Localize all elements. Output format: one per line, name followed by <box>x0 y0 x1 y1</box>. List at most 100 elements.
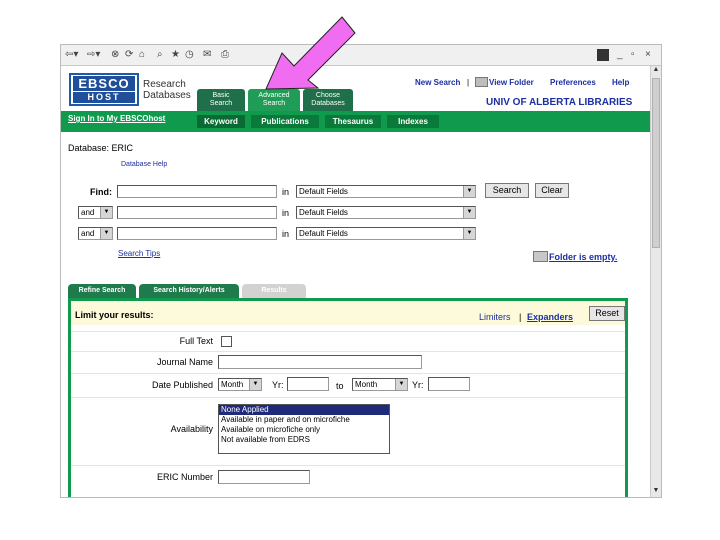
print-icon[interactable]: ⎙ <box>221 49 229 61</box>
find-input-2[interactable] <box>117 206 277 219</box>
subtab-keyword[interactable]: Keyword <box>197 115 245 128</box>
subtab-publications[interactable]: Publications <box>251 115 319 128</box>
scroll-up-icon[interactable]: ▲ <box>651 66 661 76</box>
tab-choose-databases[interactable]: Choose Databases <box>303 89 353 111</box>
field-select-3[interactable]: Default Fields ▼ <box>296 227 476 240</box>
database-help-link[interactable]: Database Help <box>121 161 167 168</box>
find-input-1[interactable] <box>117 185 277 198</box>
logo-subtitle-line2: Databases <box>143 90 191 101</box>
logo-subtitle: Research Databases <box>143 79 191 101</box>
link-separator: | <box>467 78 470 87</box>
chevron-down-icon: ▼ <box>100 228 112 239</box>
search-subnav-bar: Sign In to My EBSCOhost Keyword Publicat… <box>61 111 650 132</box>
subtab-thesaurus[interactable]: Thesaurus <box>325 115 381 128</box>
year-from-input[interactable] <box>287 377 329 391</box>
tab-search-history-alerts[interactable]: Search History/Alerts <box>139 284 239 298</box>
favorites-icon[interactable]: ★ <box>171 49 180 61</box>
month-from-select[interactable]: Month ▼ <box>218 378 262 391</box>
availability-option[interactable]: None Applied <box>219 405 389 415</box>
clear-button[interactable]: Clear <box>535 183 569 198</box>
help-link[interactable]: Help <box>612 78 629 87</box>
year-to-input[interactable] <box>428 377 470 391</box>
field-select-2[interactable]: Default Fields ▼ <box>296 206 476 219</box>
minimize-icon[interactable]: _ <box>617 49 623 61</box>
date-published-label: Date Published <box>151 380 213 390</box>
search-tips-link[interactable]: Search Tips <box>118 249 160 258</box>
availability-option[interactable]: Available on microfiche only <box>219 425 389 435</box>
folder-icon <box>475 77 488 87</box>
view-folder-link[interactable]: View Folder <box>489 78 534 87</box>
availability-option[interactable]: Not available from EDRS <box>219 435 389 445</box>
tab-advanced-search[interactable]: Advanced Search <box>248 89 300 111</box>
mail-icon[interactable]: ✉ <box>203 49 211 61</box>
chevron-down-icon: ▼ <box>463 207 475 218</box>
preferences-link[interactable]: Preferences <box>550 78 596 87</box>
browser-toolbar: ⇦▾ ⇨▾ ⊗ ⟳ ⌂ ⌕ ★ ◷ ✉ ⎙ _ ▫ × <box>61 45 661 66</box>
search-button[interactable]: Search <box>485 183 529 198</box>
refresh-icon[interactable]: ⟳ <box>125 49 133 61</box>
chevron-down-icon: ▼ <box>463 228 475 239</box>
new-search-link[interactable]: New Search <box>415 78 460 87</box>
home-icon[interactable]: ⌂ <box>139 49 145 61</box>
chevron-down-icon: ▼ <box>463 186 475 197</box>
journal-name-row: Journal Name <box>71 351 625 372</box>
sign-in-link[interactable]: Sign In to My EBSCOhost <box>68 114 165 123</box>
field-select-1[interactable]: Default Fields ▼ <box>296 185 476 198</box>
scroll-thumb[interactable] <box>652 78 660 248</box>
availability-row: Availability None Applied Available in p… <box>71 397 625 464</box>
field-select-3-value: Default Fields <box>299 229 348 238</box>
tab-results[interactable]: Results <box>242 284 306 298</box>
in-label-2: in <box>282 208 290 218</box>
month-to-value: Month <box>355 380 378 389</box>
vertical-scrollbar[interactable]: ▲ ▼ <box>650 66 661 497</box>
boolean-select-3[interactable]: and ▼ <box>78 227 113 240</box>
browser-window: ⇦▾ ⇨▾ ⊗ ⟳ ⌂ ⌕ ★ ◷ ✉ ⎙ _ ▫ × ▲ ▼ EBSCO HO… <box>60 44 662 498</box>
tab-basic-search[interactable]: Basic Search <box>197 89 245 111</box>
refine-search-panel: Limit your results: Limiters | Expanders… <box>68 298 628 497</box>
logo-host-text: HOST <box>73 92 135 103</box>
limiter-separator: | <box>519 312 522 322</box>
forward-icon[interactable]: ⇨▾ <box>87 49 100 61</box>
boolean-select-2[interactable]: and ▼ <box>78 206 113 219</box>
limit-results-label: Limit your results: <box>75 310 154 320</box>
back-icon[interactable]: ⇦▾ <box>65 49 78 61</box>
eric-number-row: ERIC Number <box>71 465 625 488</box>
tab-basic-search-line1: Basic <box>212 92 230 99</box>
full-text-checkbox[interactable] <box>221 336 232 347</box>
eric-number-input[interactable] <box>218 470 310 484</box>
ebsco-logo[interactable]: EBSCO HOST <box>69 73 139 106</box>
tab-choose-databases-line2: Databases <box>311 100 345 107</box>
reset-button[interactable]: Reset <box>589 306 625 321</box>
boolean-select-2-value: and <box>81 208 95 217</box>
limit-results-bar: Limit your results: Limiters | Expanders… <box>71 301 625 325</box>
stop-icon[interactable]: ⊗ <box>111 49 119 61</box>
tab-advanced-search-line1: Advanced <box>258 92 290 99</box>
find-input-3[interactable] <box>117 227 277 240</box>
history-icon[interactable]: ◷ <box>185 49 194 61</box>
availability-option[interactable]: Available in paper and on microfiche <box>219 415 389 425</box>
limiters-link[interactable]: Limiters <box>479 312 511 322</box>
yr-from-label: Yr: <box>272 380 284 390</box>
in-label-1: in <box>282 187 290 197</box>
yr-to-label: Yr: <box>412 380 424 390</box>
expanders-link[interactable]: Expanders <box>527 312 573 322</box>
full-text-label: Full Text <box>179 336 213 346</box>
chevron-down-icon: ▼ <box>100 207 112 218</box>
month-to-select[interactable]: Month ▼ <box>352 378 408 391</box>
search-icon[interactable]: ⌕ <box>157 49 163 61</box>
folder-status-link[interactable]: Folder is empty. <box>549 252 617 262</box>
availability-label: Availability <box>170 424 213 434</box>
field-select-1-value: Default Fields <box>299 187 348 196</box>
journal-name-input[interactable] <box>218 355 422 369</box>
eric-number-label: ERIC Number <box>156 472 213 482</box>
maximize-icon[interactable]: ▫ <box>631 49 635 61</box>
folder-icon <box>533 251 548 262</box>
tab-refine-search[interactable]: Refine Search <box>68 284 136 298</box>
subtab-indexes[interactable]: Indexes <box>387 115 439 128</box>
scroll-down-icon[interactable]: ▼ <box>651 487 661 497</box>
institution-name: UNIV OF ALBERTA LIBRARIES <box>486 97 633 108</box>
close-icon[interactable]: × <box>645 49 651 61</box>
tab-basic-search-line2: Search <box>209 100 233 107</box>
availability-listbox[interactable]: None Applied Available in paper and on m… <box>218 404 390 454</box>
date-published-row: Date Published Month ▼ Yr: to Month ▼ Yr… <box>71 373 625 396</box>
